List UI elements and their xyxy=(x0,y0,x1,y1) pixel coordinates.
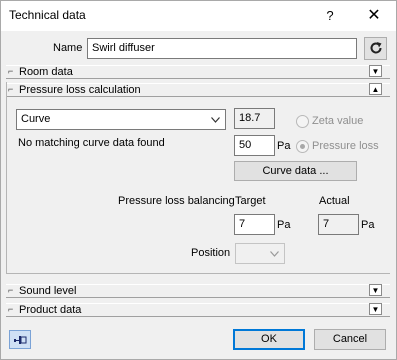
pin-button[interactable] xyxy=(9,330,31,349)
chevron-down-icon: ▼ xyxy=(371,67,380,76)
corner-mark: ⌐ xyxy=(8,66,14,76)
section-product-data-label: Product data xyxy=(19,304,82,316)
actual-value-field: 7 xyxy=(318,214,359,235)
target-unit: Pa xyxy=(277,219,291,231)
target-input[interactable]: 7 xyxy=(234,214,275,235)
section-room-data-label: Room data xyxy=(19,66,73,78)
refresh-icon xyxy=(369,42,383,54)
chevron-down-icon: ▼ xyxy=(371,286,380,295)
position-select[interactable] xyxy=(235,243,285,264)
close-button[interactable]: ✕ xyxy=(355,1,393,31)
zeta-value-label: Zeta value xyxy=(312,115,364,127)
method-select-value: Curve xyxy=(21,113,51,125)
corner-mark: ⌐ xyxy=(8,304,14,314)
status-text: No matching curve data found xyxy=(18,137,165,149)
pressure-value-input[interactable]: 50 xyxy=(234,135,275,156)
expand-room-data-button[interactable]: ▼ xyxy=(369,65,382,77)
pin-icon xyxy=(13,334,27,349)
actual-label: Actual xyxy=(319,195,350,207)
window-title: Technical data xyxy=(9,8,86,22)
name-label: Name xyxy=(53,42,83,54)
help-button[interactable]: ? xyxy=(313,1,347,31)
chevron-down-icon xyxy=(211,113,220,128)
pressure-loss-label: Pressure loss xyxy=(312,140,379,152)
expand-product-data-button[interactable]: ▼ xyxy=(369,303,382,315)
target-label: Target xyxy=(235,195,266,207)
ok-button[interactable]: OK xyxy=(233,329,305,350)
pressure-loss-radio[interactable] xyxy=(296,140,309,153)
chevron-down-icon: ▼ xyxy=(371,305,380,314)
cancel-button[interactable]: Cancel xyxy=(314,329,386,350)
curve-value-field: 18.7 xyxy=(234,108,275,129)
curve-data-button[interactable]: Curve data ... xyxy=(234,161,357,181)
name-input[interactable]: Swirl diffuser xyxy=(87,38,357,59)
section-sound-level-label: Sound level xyxy=(19,285,77,297)
zeta-value-radio[interactable] xyxy=(296,115,309,128)
position-label: Position xyxy=(191,247,231,259)
actual-unit: Pa xyxy=(361,219,375,231)
chevron-down-icon xyxy=(270,247,279,262)
refresh-button[interactable] xyxy=(364,37,387,60)
expand-sound-level-button[interactable]: ▼ xyxy=(369,284,382,296)
method-select[interactable]: Curve xyxy=(16,109,226,130)
pressure-unit: Pa xyxy=(277,140,291,152)
corner-mark: ⌐ xyxy=(8,285,14,295)
balancing-label: Pressure loss balancing xyxy=(118,195,235,207)
